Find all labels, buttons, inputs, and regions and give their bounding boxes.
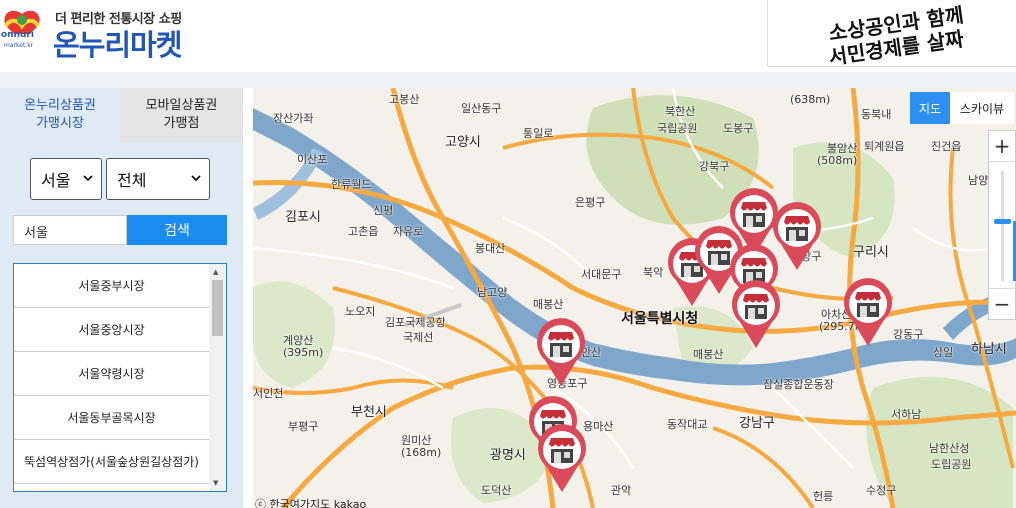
map-label: 부평구 xyxy=(288,420,319,433)
logo-badge-sub: market.kr xyxy=(4,42,34,49)
map-label: 상일 xyxy=(933,346,954,359)
map-label: 하남시 xyxy=(971,342,1007,357)
map-label: 북한산 xyxy=(665,105,696,118)
market-marker-icon[interactable] xyxy=(842,278,894,348)
zoom-slider-handle[interactable] xyxy=(994,218,1011,224)
map-label: 노오지 xyxy=(345,305,376,318)
district-select[interactable]: 전체 xyxy=(106,158,210,200)
map-label: 동작대교 xyxy=(667,418,708,431)
map-label: 일산동구 xyxy=(461,102,502,115)
market-map[interactable]: 고봉산 장산가좌 일산동구 고양시 통일로 북한산 국립공원 도봉구 (638m… xyxy=(253,88,1016,508)
map-label: 한류월드 xyxy=(331,178,372,191)
map-label: 남한산성 xyxy=(929,442,970,455)
map-label: 김포시 xyxy=(285,210,321,225)
map-copyright: ⓒ 한국여가지도 kakao xyxy=(255,498,367,508)
map-label: 관악 xyxy=(611,484,632,497)
map-label: 퇴계원읍 xyxy=(864,140,905,153)
map-label: 서하남 xyxy=(891,408,922,421)
list-item[interactable]: 서울중앙시장 xyxy=(14,308,209,352)
map-label: (508m) xyxy=(817,154,858,167)
map-label: 고촌읍 xyxy=(348,225,379,238)
map-label: (395m) xyxy=(283,346,324,359)
map-label: 신평 xyxy=(373,204,394,217)
logo-badge-word: onnuri xyxy=(1,30,34,40)
map-label: (638m) xyxy=(790,93,831,106)
map-label: 헌릉 xyxy=(813,490,834,503)
map-label: 강남구 xyxy=(739,416,775,431)
slogan-banner[interactable]: 소상공인과 함께 서민경제를 살짜 xyxy=(767,0,1016,69)
list-item[interactable]: 서울약령시장 xyxy=(14,352,209,396)
district-select-value: 전체 xyxy=(117,171,147,190)
market-marker-icon[interactable] xyxy=(536,424,588,494)
map-label: 매봉산 xyxy=(693,348,724,361)
tab-mobile-voucher-stores[interactable]: 모바일상품권 가맹점 xyxy=(120,88,243,142)
map-label: 서대문구 xyxy=(581,268,622,281)
logo-brand-name: 온누리마켓 xyxy=(53,28,182,62)
market-search-input[interactable]: 서울 xyxy=(13,215,127,245)
market-result-list: 서울중부시장 서울중앙시장 서울약령시장 서울동부골목시장 뚝섬역상점가(서울숲… xyxy=(13,263,227,492)
header-divider xyxy=(0,72,1016,88)
map-label: 도덕산 xyxy=(481,484,512,497)
list-item[interactable]: 서울동부골목시장 xyxy=(14,396,209,440)
map-label: 고양시 xyxy=(445,135,481,150)
list-item[interactable]: 서울중부시장 xyxy=(14,264,209,308)
map-label: 북악 xyxy=(643,266,664,279)
map-label: 통일로 xyxy=(523,127,554,140)
map-label: 국제선 xyxy=(403,331,434,344)
map-label: 남고양 xyxy=(477,286,508,299)
tab-onnuri-voucher-markets[interactable]: 온누리상품권 가맹시장 xyxy=(0,88,120,142)
map-label: 부천시 xyxy=(351,405,387,420)
zoom-control: + − xyxy=(988,130,1016,320)
map-label: 수정구 xyxy=(866,484,897,497)
map-label: 서인천 xyxy=(253,387,284,400)
map-type-roadmap-button[interactable]: 지도 xyxy=(910,92,950,124)
map-label: 구리시 xyxy=(853,245,889,260)
chevron-down-icon xyxy=(191,175,201,182)
map-type-skyview-button[interactable]: 스카이뷰 xyxy=(950,92,1014,124)
zoom-slider-track[interactable] xyxy=(1001,171,1016,281)
map-label: 이산포 xyxy=(297,153,328,166)
chevron-down-icon xyxy=(83,175,93,182)
site-header: onnuri market.kr 더 편리한 전통시장 쇼핑 온누리마켓 소상공… xyxy=(0,0,1016,72)
store-search-panel: 온누리상품권 가맹시장 모바일상품권 가맹점 서울 전체 서울 검색 서울중부시… xyxy=(0,88,243,508)
map-label: 강동구 xyxy=(893,328,924,341)
map-label: (168m) xyxy=(401,446,442,459)
market-marker-icon[interactable] xyxy=(535,318,587,388)
region-select[interactable]: 서울 xyxy=(30,158,102,200)
map-label: 잠실종합운동장 xyxy=(763,378,834,391)
map-label: 자유로 xyxy=(393,225,424,238)
scrollbar-thumb[interactable] xyxy=(212,280,223,336)
scroll-up-icon[interactable]: ▲ xyxy=(213,268,218,276)
map-label: 서울특별시청 xyxy=(621,311,699,327)
map-label: 고봉산 xyxy=(389,93,420,106)
map-label: 장산가좌 xyxy=(273,112,314,125)
zoom-out-button[interactable]: − xyxy=(989,288,1015,319)
map-label: 도립공원 xyxy=(931,458,972,471)
site-logo[interactable]: onnuri market.kr 더 편리한 전통시장 쇼핑 온누리마켓 xyxy=(0,2,200,62)
map-label: 국립공원 xyxy=(657,122,698,135)
map-label: 광명시 xyxy=(490,448,526,463)
zoom-in-button[interactable]: + xyxy=(989,131,1015,162)
map-label: 김포국제공항 xyxy=(385,316,446,329)
map-label: 강북구 xyxy=(699,160,730,173)
map-label: 봉대산 xyxy=(475,242,506,255)
map-label: 진건읍 xyxy=(931,140,962,153)
map-label: 동북내 xyxy=(861,108,892,121)
map-label: 도봉구 xyxy=(723,122,754,135)
market-marker-icon[interactable] xyxy=(730,280,782,350)
search-button[interactable]: 검색 xyxy=(127,215,227,245)
region-select-value: 서울 xyxy=(41,171,71,190)
list-item[interactable]: 뚝섬역상점가(서울숲상원길상점가) xyxy=(14,440,209,484)
list-scrollbar[interactable]: ▲ ▼ xyxy=(209,264,226,491)
map-label: 은평구 xyxy=(575,196,606,209)
map-label: 매봉산 xyxy=(533,298,564,311)
scroll-down-icon[interactable]: ▼ xyxy=(213,479,218,487)
